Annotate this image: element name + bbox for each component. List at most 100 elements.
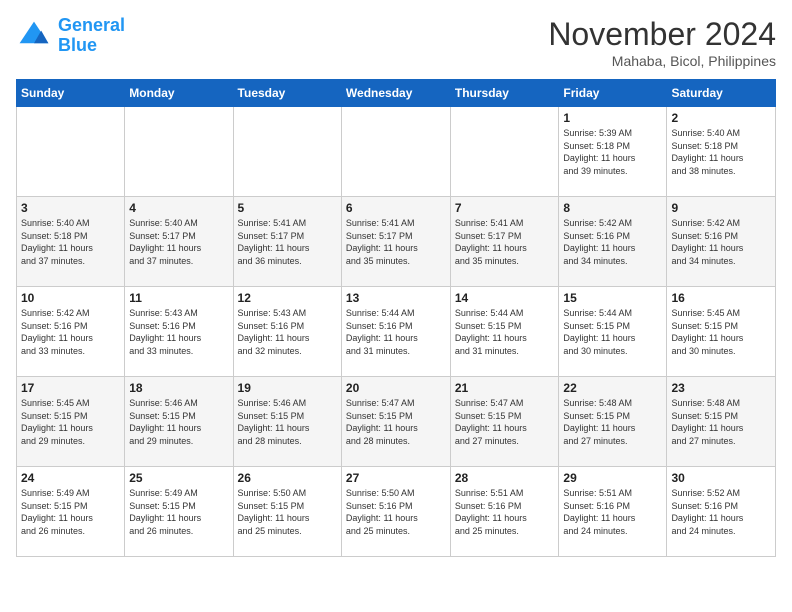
day-cell: 8 Sunrise: 5:42 AM Sunset: 5:16 PM Daylig… [559, 197, 667, 287]
calendar-header: SundayMondayTuesdayWednesdayThursdayFrid… [17, 80, 776, 107]
day-number: 7 [455, 201, 555, 215]
day-info: Sunrise: 5:49 AM Sunset: 5:15 PM Dayligh… [129, 487, 228, 537]
day-info: Sunrise: 5:41 AM Sunset: 5:17 PM Dayligh… [238, 217, 337, 267]
day-number: 17 [21, 381, 120, 395]
day-info: Sunrise: 5:51 AM Sunset: 5:16 PM Dayligh… [563, 487, 662, 537]
day-cell: 16 Sunrise: 5:45 AM Sunset: 5:15 PM Dayli… [667, 287, 776, 377]
day-cell: 18 Sunrise: 5:46 AM Sunset: 5:15 PM Dayli… [125, 377, 233, 467]
day-info: Sunrise: 5:46 AM Sunset: 5:15 PM Dayligh… [129, 397, 228, 447]
day-cell: 21 Sunrise: 5:47 AM Sunset: 5:15 PM Dayli… [450, 377, 559, 467]
day-number: 13 [346, 291, 446, 305]
day-number: 11 [129, 291, 228, 305]
day-cell: 2 Sunrise: 5:40 AM Sunset: 5:18 PM Daylig… [667, 107, 776, 197]
day-cell: 28Sunrise: 5:51 AM Sunset: 5:16 PM Dayli… [450, 467, 559, 557]
day-number: 29 [563, 471, 662, 485]
day-cell: 1Sunrise: 5:39 AM Sunset: 5:18 PM Daylig… [559, 107, 667, 197]
day-info: Sunrise: 5:41 AM Sunset: 5:17 PM Dayligh… [346, 217, 446, 267]
week-row-3: 10 Sunrise: 5:42 AM Sunset: 5:16 PM Dayli… [17, 287, 776, 377]
day-info: Sunrise: 5:44 AM Sunset: 5:16 PM Dayligh… [346, 307, 446, 357]
day-cell: 3Sunrise: 5:40 AM Sunset: 5:18 PM Daylig… [17, 197, 125, 287]
day-cell: 25 Sunrise: 5:49 AM Sunset: 5:15 PM Dayli… [125, 467, 233, 557]
day-number: 14 [455, 291, 555, 305]
day-number: 1 [563, 111, 662, 125]
day-cell: 19Sunrise: 5:46 AM Sunset: 5:15 PM Dayli… [233, 377, 341, 467]
day-number: 12 [238, 291, 337, 305]
header-row: SundayMondayTuesdayWednesdayThursdayFrid… [17, 80, 776, 107]
day-number: 2 [671, 111, 771, 125]
header: General Blue November 2024 Mahaba, Bicol… [16, 16, 776, 69]
day-cell: 13 Sunrise: 5:44 AM Sunset: 5:16 PM Dayli… [341, 287, 450, 377]
day-info: Sunrise: 5:47 AM Sunset: 5:15 PM Dayligh… [455, 397, 555, 447]
day-number: 10 [21, 291, 120, 305]
header-cell-sunday: Sunday [17, 80, 125, 107]
day-cell: 12Sunrise: 5:43 AM Sunset: 5:16 PM Dayli… [233, 287, 341, 377]
day-cell: 14Sunrise: 5:44 AM Sunset: 5:15 PM Dayli… [450, 287, 559, 377]
day-cell: 6 Sunrise: 5:41 AM Sunset: 5:17 PM Daylig… [341, 197, 450, 287]
week-row-4: 17 Sunrise: 5:45 AM Sunset: 5:15 PM Dayli… [17, 377, 776, 467]
day-cell: 23 Sunrise: 5:48 AM Sunset: 5:15 PM Dayli… [667, 377, 776, 467]
logo: General Blue [16, 16, 125, 56]
day-number: 9 [671, 201, 771, 215]
day-number: 5 [238, 201, 337, 215]
day-info: Sunrise: 5:50 AM Sunset: 5:16 PM Dayligh… [346, 487, 446, 537]
day-cell [17, 107, 125, 197]
day-number: 4 [129, 201, 228, 215]
day-info: Sunrise: 5:47 AM Sunset: 5:15 PM Dayligh… [346, 397, 446, 447]
day-number: 3 [21, 201, 120, 215]
day-number: 6 [346, 201, 446, 215]
day-cell [341, 107, 450, 197]
day-info: Sunrise: 5:43 AM Sunset: 5:16 PM Dayligh… [129, 307, 228, 357]
day-cell: 22Sunrise: 5:48 AM Sunset: 5:15 PM Dayli… [559, 377, 667, 467]
logo-icon [16, 18, 52, 54]
header-cell-tuesday: Tuesday [233, 80, 341, 107]
day-cell: 29 Sunrise: 5:51 AM Sunset: 5:16 PM Dayli… [559, 467, 667, 557]
day-cell: 17 Sunrise: 5:45 AM Sunset: 5:15 PM Dayli… [17, 377, 125, 467]
day-info: Sunrise: 5:44 AM Sunset: 5:15 PM Dayligh… [563, 307, 662, 357]
day-cell: 15Sunrise: 5:44 AM Sunset: 5:15 PM Dayli… [559, 287, 667, 377]
header-cell-saturday: Saturday [667, 80, 776, 107]
day-number: 20 [346, 381, 446, 395]
day-number: 26 [238, 471, 337, 485]
day-info: Sunrise: 5:46 AM Sunset: 5:15 PM Dayligh… [238, 397, 337, 447]
day-info: Sunrise: 5:45 AM Sunset: 5:15 PM Dayligh… [21, 397, 120, 447]
calendar-title: November 2024 [548, 16, 776, 53]
day-info: Sunrise: 5:45 AM Sunset: 5:15 PM Dayligh… [671, 307, 771, 357]
day-info: Sunrise: 5:48 AM Sunset: 5:15 PM Dayligh… [563, 397, 662, 447]
day-cell: 26Sunrise: 5:50 AM Sunset: 5:15 PM Dayli… [233, 467, 341, 557]
title-area: November 2024 Mahaba, Bicol, Philippines [548, 16, 776, 69]
day-number: 16 [671, 291, 771, 305]
week-row-5: 24 Sunrise: 5:49 AM Sunset: 5:15 PM Dayli… [17, 467, 776, 557]
day-cell: 20 Sunrise: 5:47 AM Sunset: 5:15 PM Dayli… [341, 377, 450, 467]
day-number: 23 [671, 381, 771, 395]
day-number: 18 [129, 381, 228, 395]
day-number: 21 [455, 381, 555, 395]
day-cell: 30Sunrise: 5:52 AM Sunset: 5:16 PM Dayli… [667, 467, 776, 557]
day-cell [233, 107, 341, 197]
header-cell-monday: Monday [125, 80, 233, 107]
day-info: Sunrise: 5:40 AM Sunset: 5:18 PM Dayligh… [671, 127, 771, 177]
header-cell-thursday: Thursday [450, 80, 559, 107]
header-cell-wednesday: Wednesday [341, 80, 450, 107]
day-cell [450, 107, 559, 197]
day-cell: 5 Sunrise: 5:41 AM Sunset: 5:17 PM Daylig… [233, 197, 341, 287]
day-number: 24 [21, 471, 120, 485]
day-info: Sunrise: 5:49 AM Sunset: 5:15 PM Dayligh… [21, 487, 120, 537]
day-info: Sunrise: 5:42 AM Sunset: 5:16 PM Dayligh… [21, 307, 120, 357]
calendar-table: SundayMondayTuesdayWednesdayThursdayFrid… [16, 79, 776, 557]
day-cell: 4 Sunrise: 5:40 AM Sunset: 5:17 PM Daylig… [125, 197, 233, 287]
day-info: Sunrise: 5:52 AM Sunset: 5:16 PM Dayligh… [671, 487, 771, 537]
calendar-subtitle: Mahaba, Bicol, Philippines [548, 53, 776, 69]
day-number: 27 [346, 471, 446, 485]
day-info: Sunrise: 5:40 AM Sunset: 5:17 PM Dayligh… [129, 217, 228, 267]
day-number: 8 [563, 201, 662, 215]
day-info: Sunrise: 5:42 AM Sunset: 5:16 PM Dayligh… [563, 217, 662, 267]
day-cell: 7Sunrise: 5:41 AM Sunset: 5:17 PM Daylig… [450, 197, 559, 287]
calendar-body: 1Sunrise: 5:39 AM Sunset: 5:18 PM Daylig… [17, 107, 776, 557]
week-row-1: 1Sunrise: 5:39 AM Sunset: 5:18 PM Daylig… [17, 107, 776, 197]
day-cell: 11 Sunrise: 5:43 AM Sunset: 5:16 PM Dayli… [125, 287, 233, 377]
day-info: Sunrise: 5:48 AM Sunset: 5:15 PM Dayligh… [671, 397, 771, 447]
day-cell [125, 107, 233, 197]
day-number: 25 [129, 471, 228, 485]
week-row-2: 3Sunrise: 5:40 AM Sunset: 5:18 PM Daylig… [17, 197, 776, 287]
header-cell-friday: Friday [559, 80, 667, 107]
